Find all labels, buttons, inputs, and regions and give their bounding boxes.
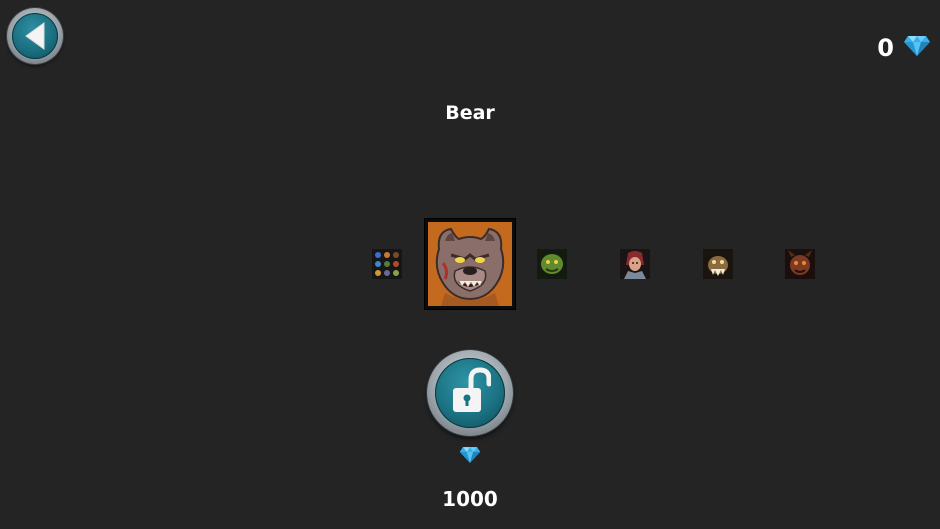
- arrow-left-icon: [25, 22, 45, 50]
- unlocked-padlock-icon: [453, 367, 491, 412]
- bear-portrait: [435, 227, 505, 306]
- back-button[interactable]: [7, 8, 63, 64]
- unlock-price: 1000: [442, 487, 498, 511]
- goblin-portrait[interactable]: [537, 249, 567, 279]
- character-name: Bear: [445, 102, 495, 124]
- random-grid-icon[interactable]: [372, 249, 402, 279]
- beast-portrait[interactable]: [703, 249, 733, 279]
- gem-balance: 0: [877, 34, 894, 62]
- character-select-screen: 0 Bear 1000: [0, 0, 940, 529]
- mage-art: [620, 249, 650, 279]
- mage-portrait[interactable]: [620, 249, 650, 279]
- random-grid-art: [372, 249, 402, 279]
- beast-art: [703, 249, 733, 279]
- diamond-icon: [459, 447, 481, 463]
- goblin-art: [537, 249, 567, 279]
- demon-art: [785, 249, 815, 279]
- demon-portrait[interactable]: [785, 249, 815, 279]
- diamond-icon: [904, 36, 930, 56]
- selected-character-portrait[interactable]: [425, 219, 515, 309]
- unlock-button[interactable]: [427, 350, 513, 436]
